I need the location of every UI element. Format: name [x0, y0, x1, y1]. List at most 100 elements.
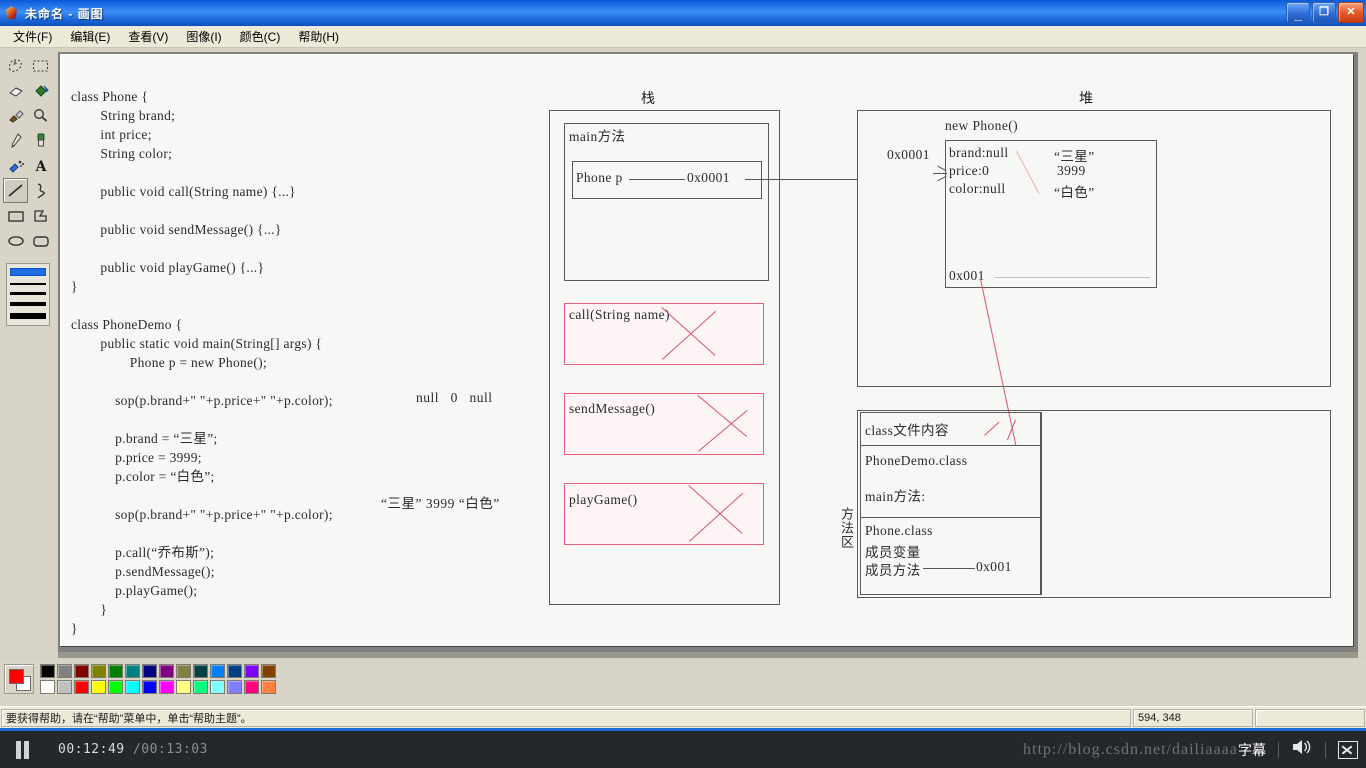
rectangle-icon[interactable]	[3, 203, 28, 228]
free-form-select-icon[interactable]	[3, 53, 28, 78]
palette-swatch[interactable]	[261, 664, 276, 678]
line-width-option-3[interactable]	[10, 292, 46, 295]
method-area-method-address: 0x001	[976, 559, 1012, 574]
heap-field-price: price:0	[949, 163, 990, 178]
ellipse-icon[interactable]	[3, 228, 28, 253]
window-controls: _ ❐ ✕	[1286, 2, 1364, 23]
palette-swatch[interactable]	[125, 664, 140, 678]
canvas-horizontal-scrollbar[interactable]	[58, 652, 1358, 658]
pencil-icon[interactable]	[3, 128, 28, 153]
eraser-icon[interactable]	[3, 78, 28, 103]
close-icon: ✕	[1346, 6, 1356, 18]
foreground-color-swatch[interactable]	[9, 669, 24, 684]
line-width-option-2[interactable]	[10, 283, 46, 285]
palette-swatch[interactable]	[142, 680, 157, 694]
heap-object-label: new Phone()	[945, 118, 1019, 133]
brush-icon[interactable]	[28, 128, 53, 153]
video-frame: 未命名 - 画图 _ ❐ ✕ 文件(F) 编辑(E) 查看(V) 图像(I) 颜…	[0, 0, 1366, 768]
line-icon[interactable]	[3, 178, 28, 203]
stack-frame-main	[564, 123, 769, 281]
player-right-controls: 字幕	[1238, 731, 1358, 768]
restore-button[interactable]: ❐	[1312, 2, 1336, 23]
palette-swatch[interactable]	[74, 680, 89, 694]
menu-file[interactable]: 文件(F)	[4, 26, 61, 47]
method-area-vertical-label: 方法区	[838, 507, 853, 549]
menu-help[interactable]: 帮助(H)	[289, 26, 348, 47]
palette-swatch[interactable]	[244, 664, 259, 678]
magnifier-icon[interactable]	[28, 103, 53, 128]
menu-image[interactable]: 图像(I)	[177, 26, 230, 47]
rectangle-select-icon[interactable]	[28, 53, 53, 78]
line-width-selector	[6, 263, 50, 326]
heap-address-pointer: 0x0001	[887, 147, 930, 162]
rounded-rectangle-icon[interactable]	[28, 228, 53, 253]
palette-swatch[interactable]	[108, 680, 123, 694]
palette-swatch[interactable]	[210, 680, 225, 694]
method-area-column-divider	[1041, 412, 1043, 595]
window-title: 未命名 - 画图	[25, 6, 104, 21]
subtitle-button[interactable]: 字幕	[1238, 740, 1266, 760]
palette-swatch[interactable]	[57, 680, 72, 694]
pick-color-icon[interactable]	[3, 103, 28, 128]
polygon-icon[interactable]	[28, 203, 53, 228]
heap-title: 堆	[1079, 91, 1093, 107]
palette-swatch[interactable]	[159, 664, 174, 678]
drawing-canvas[interactable]: class Phone { String brand; int price; S…	[60, 54, 1353, 646]
palette-swatch[interactable]	[176, 680, 191, 694]
stack-frame-main-label: main方法	[569, 129, 626, 144]
method-area-row-member-methods: 成员方法	[865, 563, 921, 578]
palette-swatch[interactable]	[74, 664, 89, 678]
minimize-button[interactable]: _	[1286, 2, 1310, 23]
palette-swatch[interactable]	[159, 680, 174, 694]
palette-swatch[interactable]	[244, 680, 259, 694]
palette-swatch[interactable]	[91, 664, 106, 678]
text-icon[interactable]: A	[28, 153, 53, 178]
palette-swatch[interactable]	[125, 680, 140, 694]
paint-application-window: 未命名 - 画图 _ ❐ ✕ 文件(F) 编辑(E) 查看(V) 图像(I) 颜…	[0, 0, 1366, 731]
stack-frame-sendmessage-label: sendMessage()	[569, 401, 656, 416]
heap-pointer-arrow	[933, 173, 947, 175]
palette-swatch[interactable]	[193, 680, 208, 694]
fill-with-color-icon[interactable]	[28, 78, 53, 103]
palette-swatch[interactable]	[142, 664, 157, 678]
line-width-option-1[interactable]	[10, 268, 46, 276]
palette-swatch[interactable]	[108, 664, 123, 678]
airbrush-icon[interactable]	[3, 153, 28, 178]
palette-swatch[interactable]	[210, 664, 225, 678]
palette-swatch[interactable]	[176, 664, 191, 678]
line-width-option-4[interactable]	[10, 302, 46, 306]
palette-swatch[interactable]	[91, 680, 106, 694]
menu-edit[interactable]: 编辑(E)	[61, 26, 119, 47]
palette-swatch[interactable]	[57, 664, 72, 678]
menu-view[interactable]: 查看(V)	[119, 26, 177, 47]
stack-title: 栈	[641, 91, 655, 107]
palette-swatch[interactable]	[40, 664, 55, 678]
canvas-viewport: class Phone { String brand; int price; S…	[58, 52, 1358, 652]
curve-icon[interactable]	[28, 178, 53, 203]
speaker-icon[interactable]	[1291, 738, 1313, 761]
palette-swatch[interactable]	[40, 680, 55, 694]
method-area-divider-1	[861, 445, 1040, 447]
method-area-row-phone-class: Phone.class	[865, 523, 933, 538]
svg-text:A: A	[34, 159, 47, 173]
heap-method-ref-line	[995, 277, 1150, 279]
menu-color[interactable]: 颜色(C)	[231, 26, 290, 47]
stack-variable-value: 0x0001	[687, 170, 730, 185]
control-divider-2	[1325, 741, 1326, 758]
statusbar-coordinates: 594, 348	[1133, 708, 1253, 727]
color-palette-bar	[0, 660, 1366, 705]
pause-icon[interactable]	[12, 740, 32, 760]
minimize-icon: _	[1294, 6, 1302, 22]
close-button[interactable]: ✕	[1338, 2, 1364, 23]
palette-swatch[interactable]	[261, 680, 276, 694]
line-width-option-5[interactable]	[10, 313, 46, 319]
current-colors-indicator[interactable]	[4, 664, 34, 694]
total-time: /00:13:03	[132, 742, 208, 757]
palette-swatch[interactable]	[227, 680, 242, 694]
watermark-text: http://blog.csdn.net/dailiaaaa	[1023, 741, 1238, 758]
palette-swatch[interactable]	[193, 664, 208, 678]
video-player-controls: 00:12:49 /00:13:03 http://blog.csdn.net/…	[0, 731, 1366, 768]
stack-to-heap-arrow-seg1	[745, 179, 855, 181]
palette-swatch[interactable]	[227, 664, 242, 678]
fullscreen-icon[interactable]	[1338, 740, 1358, 759]
